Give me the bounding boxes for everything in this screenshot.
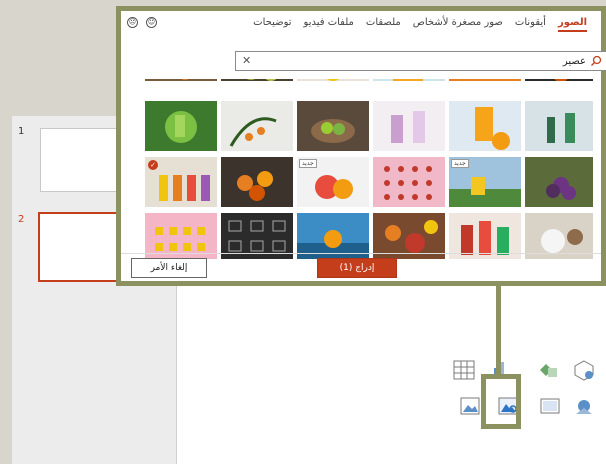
stock-images-dialog: الصور أيقونات صور مصغرة لأشخاص ملصقات مل…	[116, 6, 606, 286]
dialog-header: الصور أيقونات صور مصغرة لأشخاص ملصقات مل…	[121, 11, 601, 41]
smile-feedback-icon[interactable]: ☺	[146, 17, 157, 28]
table-icon[interactable]	[452, 358, 476, 382]
image-thumbnail[interactable]	[297, 79, 369, 81]
pictures-icon[interactable]	[458, 394, 482, 418]
stock-images-highlight	[481, 374, 521, 429]
image-thumbnail[interactable]: جديد	[449, 157, 521, 207]
smartart-icon[interactable]	[536, 358, 560, 382]
cameo-icon[interactable]	[572, 394, 596, 418]
dialog-footer: إدراج (1) إلغاء الأمر	[121, 253, 601, 281]
tab-icons[interactable]: أيقونات	[515, 17, 546, 32]
gallery-row: ✓ جديد جديد	[145, 157, 593, 207]
image-thumbnail[interactable]	[373, 79, 445, 81]
image-thumbnail[interactable]	[145, 79, 217, 81]
window-controls: ☺ ☹	[127, 17, 157, 28]
slide-number-1: 1	[18, 126, 25, 137]
image-thumbnail[interactable]	[221, 79, 293, 81]
image-thumbnail[interactable]	[221, 157, 293, 207]
screenshot-icon[interactable]	[538, 394, 562, 418]
image-thumbnail[interactable]	[449, 101, 521, 151]
image-thumbnail[interactable]	[525, 157, 593, 207]
image-thumbnail[interactable]	[373, 101, 445, 151]
gallery-row	[145, 101, 593, 151]
tab-images[interactable]: الصور	[557, 17, 587, 32]
tab-cutout-people[interactable]: صور مصغرة لأشخاص	[413, 17, 503, 32]
frown-feedback-icon[interactable]: ☹	[127, 17, 138, 28]
new-badge: جديد	[451, 159, 469, 168]
tab-illustrations[interactable]: توضيحات	[253, 17, 291, 32]
insert-icons-group	[452, 350, 602, 440]
dialog-tabs: الصور أيقونات صور مصغرة لأشخاص ملصقات مل…	[253, 17, 587, 32]
search-box: ✕	[235, 51, 606, 71]
selected-check-icon: ✓	[148, 160, 158, 170]
cancel-button[interactable]: إلغاء الأمر	[131, 258, 207, 278]
clear-search-icon[interactable]: ✕	[242, 54, 251, 67]
gallery-row	[145, 79, 593, 81]
3d-models-icon[interactable]	[572, 358, 596, 382]
tab-stickers[interactable]: ملصقات	[366, 17, 401, 32]
image-thumbnail[interactable]	[525, 101, 593, 151]
image-thumbnail[interactable]	[525, 79, 593, 81]
image-thumbnail-selected[interactable]: ✓	[145, 157, 217, 207]
image-thumbnail[interactable]: جديد	[297, 157, 369, 207]
search-input[interactable]	[286, 52, 586, 70]
slide-number-2: 2	[18, 214, 25, 225]
search-icon	[591, 55, 602, 66]
image-thumbnail[interactable]	[297, 101, 369, 151]
new-badge: جديد	[299, 159, 317, 168]
image-thumbnail[interactable]	[449, 79, 521, 81]
callout-connector	[496, 283, 501, 375]
tab-videos[interactable]: ملفات فيديو	[304, 17, 354, 32]
image-thumbnail[interactable]	[221, 101, 293, 151]
image-thumbnail[interactable]	[373, 157, 445, 207]
insert-button[interactable]: إدراج (1)	[317, 258, 397, 278]
image-gallery: ✓ جديد جديد	[145, 79, 593, 259]
image-thumbnail[interactable]	[145, 101, 217, 151]
